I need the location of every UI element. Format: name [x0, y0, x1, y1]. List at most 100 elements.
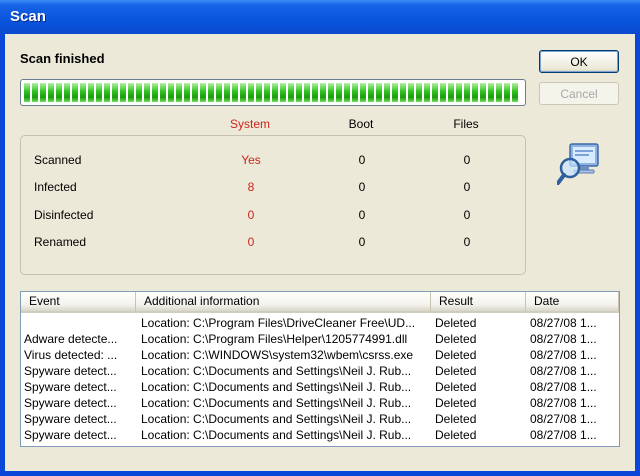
column-header-event[interactable]: Event	[21, 292, 136, 311]
column-header-additional-information[interactable]: Additional information	[136, 292, 431, 311]
cancel-button[interactable]: Cancel	[539, 82, 619, 105]
column-header-boot: Boot	[348, 117, 374, 131]
progress-segment	[408, 83, 414, 102]
event-cell: Spyware detect...	[24, 364, 117, 378]
window-title: Scan	[10, 8, 46, 25]
info-cell: Location: C:\Documents and Settings\Neil…	[141, 396, 412, 410]
date-cell: 08/27/08 1...	[530, 380, 597, 394]
stat-system-value: Yes	[241, 153, 261, 167]
event-row[interactable]: Spyware detect... Location: C:\Documents …	[21, 363, 619, 379]
info-cell: Location: C:\Program Files\Helper\120577…	[141, 332, 408, 346]
column-header-result[interactable]: Result	[431, 292, 526, 311]
result-cell: Deleted	[435, 428, 477, 442]
progress-fill	[24, 83, 522, 102]
column-header-system: System	[229, 117, 270, 131]
event-row[interactable]: Spyware detect... Location: C:\Documents …	[21, 395, 619, 411]
events-list-header: Event Additional information Result Date	[21, 292, 619, 313]
info-cell: Location: C:\Documents and Settings\Neil…	[141, 428, 412, 442]
stat-files-value: 0	[463, 208, 471, 222]
stat-label: Infected	[34, 180, 77, 194]
progress-segment	[40, 83, 46, 102]
progress-segment	[152, 83, 158, 102]
stat-files-value: 0	[463, 153, 471, 167]
progress-segment	[472, 83, 478, 102]
progress-segment	[320, 83, 326, 102]
date-cell: 08/27/08 1...	[530, 348, 597, 362]
ok-button[interactable]: OK	[539, 50, 619, 73]
stat-row-renamed: Renamed 0 0 0	[21, 235, 527, 255]
progress-segment	[112, 83, 118, 102]
event-row[interactable]: Spyware detect... Location: C:\Documents …	[21, 411, 619, 427]
progress-segment	[440, 83, 446, 102]
scan-progress-bar	[20, 79, 526, 106]
progress-segment	[360, 83, 366, 102]
progress-segment	[424, 83, 430, 102]
info-cell: Location: C:\Program Files\DriveCleaner …	[141, 316, 416, 330]
events-list[interactable]: Event Additional information Result Date…	[20, 291, 620, 447]
progress-segment	[448, 83, 454, 102]
stat-system-value: 0	[247, 208, 255, 222]
progress-segment	[296, 83, 302, 102]
result-cell: Deleted	[435, 380, 477, 394]
progress-segment	[104, 83, 110, 102]
result-cell: Deleted	[435, 364, 477, 378]
progress-segment	[392, 83, 398, 102]
progress-segment	[136, 83, 142, 102]
event-row[interactable]: Spyware detect... Location: C:\Documents …	[21, 427, 619, 443]
stat-system-value: 8	[247, 180, 255, 194]
title-bar[interactable]: Scan	[0, 0, 640, 34]
stat-label: Scanned	[34, 153, 82, 167]
result-cell: Deleted	[435, 396, 477, 410]
progress-segment	[192, 83, 198, 102]
progress-segment	[312, 83, 318, 102]
progress-segment	[504, 83, 510, 102]
progress-segment	[288, 83, 294, 102]
event-row[interactable]: Adware detecte... Location: C:\Program Fi…	[21, 331, 619, 347]
date-cell: 08/27/08 1...	[530, 364, 597, 378]
column-header-date[interactable]: Date	[526, 292, 619, 311]
event-cell: Spyware detect...	[24, 428, 117, 442]
progress-segment	[32, 83, 38, 102]
progress-segment	[256, 83, 262, 102]
stat-row-disinfected: Disinfected 0 0 0	[21, 208, 527, 228]
progress-segment	[120, 83, 126, 102]
stat-boot-value: 0	[358, 180, 366, 194]
progress-segment	[352, 83, 358, 102]
progress-segment	[496, 83, 502, 102]
event-row[interactable]: Location: C:\Program Files\DriveCleaner …	[21, 315, 619, 331]
progress-segment	[384, 83, 390, 102]
event-row[interactable]: Spyware detect... Location: C:\Documents …	[21, 379, 619, 395]
progress-segment	[48, 83, 54, 102]
progress-segment	[456, 83, 462, 102]
column-header-files: Files	[453, 117, 479, 131]
event-cell: Spyware detect...	[24, 380, 117, 394]
progress-segment	[400, 83, 406, 102]
event-row[interactable]: Virus detected: ... Location: C:\WINDOWS\…	[21, 347, 619, 363]
date-cell: 08/27/08 1...	[530, 396, 597, 410]
stat-boot-value: 0	[358, 208, 366, 222]
progress-segment	[64, 83, 70, 102]
progress-segment	[24, 83, 30, 102]
stat-boot-value: 0	[358, 153, 366, 167]
date-cell: 08/27/08 1...	[530, 412, 597, 426]
date-cell: 08/27/08 1...	[530, 332, 597, 346]
stat-label: Disinfected	[34, 208, 94, 222]
progress-segment	[80, 83, 86, 102]
info-cell: Location: C:\Documents and Settings\Neil…	[141, 380, 412, 394]
event-cell: Virus detected: ...	[24, 348, 118, 362]
stat-row-scanned: Scanned Yes 0 0	[21, 153, 527, 173]
progress-segment	[344, 83, 350, 102]
progress-segment	[264, 83, 270, 102]
progress-segment	[216, 83, 222, 102]
progress-segment	[368, 83, 374, 102]
progress-segment	[176, 83, 182, 102]
progress-segment	[304, 83, 310, 102]
progress-segment	[96, 83, 102, 102]
progress-segment	[160, 83, 166, 102]
scan-stats-panel: Scanned Yes 0 0 Infected 8 0 0 Disinfect…	[20, 135, 526, 275]
event-cell: Adware detecte...	[24, 332, 118, 346]
info-cell: Location: C:\Documents and Settings\Neil…	[141, 412, 412, 426]
scan-window: Scan Scan finished OK Cancel System Boot…	[0, 0, 640, 476]
dialog-body: Scan finished OK Cancel System Boot File…	[5, 34, 635, 471]
stat-system-value: 0	[247, 235, 255, 249]
